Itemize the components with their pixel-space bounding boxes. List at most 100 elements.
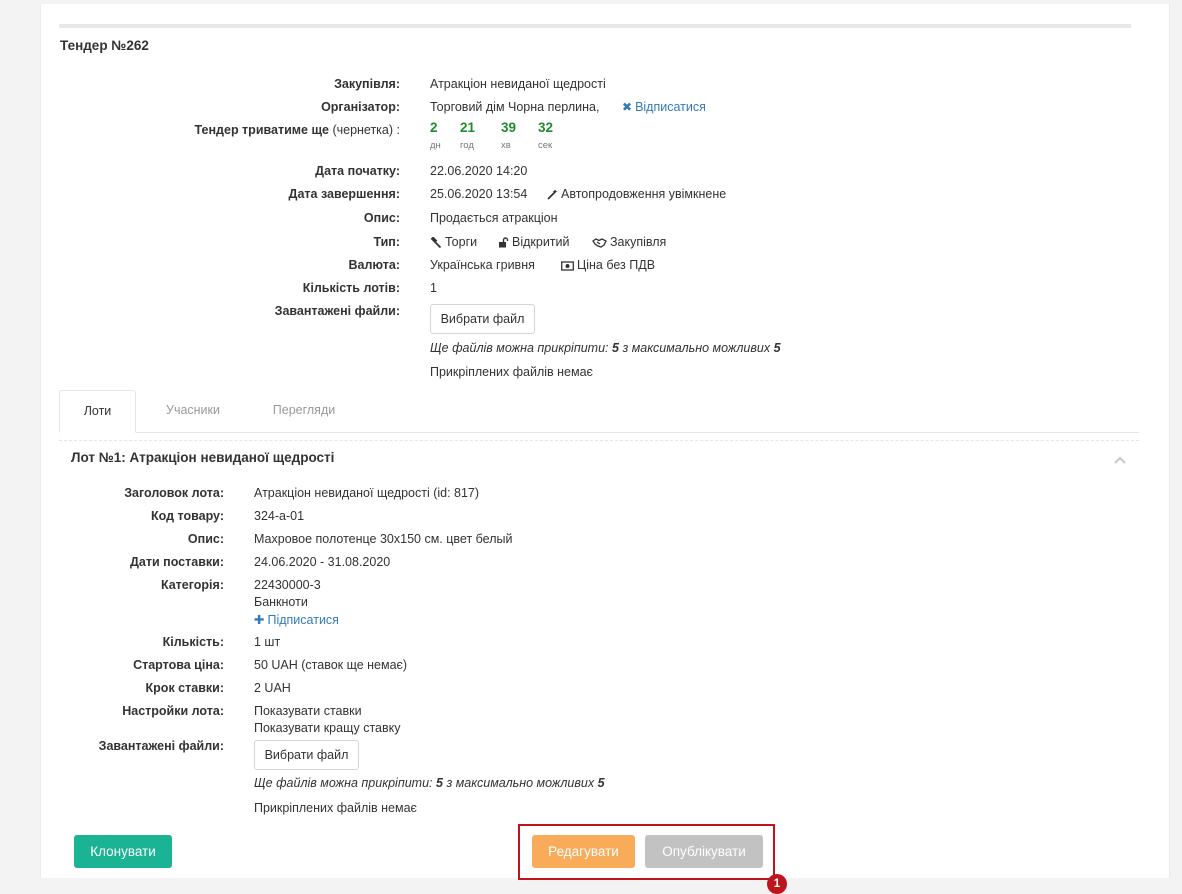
unsubscribe-label: Відписатися (635, 100, 706, 114)
unlock-icon (499, 237, 509, 248)
lot-code-label: Код товару: (151, 509, 224, 523)
tabs-bar: Лоти Учасники Перегляди (59, 390, 1139, 433)
lot-header-value: Атракціон невиданої щедрості (id: 817) (254, 486, 480, 500)
lot-files-note-mid: з максимально можливих (446, 776, 595, 790)
end-date-value: 25.06.2020 13:54 (430, 187, 528, 201)
lots-count-value: 1 (430, 281, 437, 295)
lot-description-label: Опис: (187, 532, 224, 546)
lot-category-label: Категорія: (160, 578, 224, 592)
lot-quantity-label: Кількість: (162, 635, 224, 649)
purchase-label: Закупівля: (334, 77, 400, 91)
duration-label-main: Тендер триватиме ще (194, 123, 329, 137)
unsubscribe-link[interactable]: ✖ Відписатися (622, 98, 706, 116)
start-date-label: Дата початку: (315, 164, 400, 178)
lot-description-value: Махровое полотенце 30x150 см. цвет белый (254, 532, 513, 546)
magic-wand-icon (547, 189, 558, 200)
lot-files-note-count: 5 (436, 776, 443, 790)
duration-label: Тендер триватиме ще (чернетка) : (41, 121, 400, 139)
currency-value: Українська гривня (430, 258, 535, 272)
lot-files-note-prefix: Ще файлів можна прикріпити: (254, 776, 433, 790)
gavel-icon (430, 237, 442, 249)
countdown-seconds-value: 32 (538, 120, 554, 135)
lot-header-label: Заголовок лота: (124, 486, 224, 500)
countdown-hours-value: 21 (460, 120, 476, 135)
duration-suffix: (чернетка) : (332, 123, 400, 137)
lot-start-price-value: 50 UAH (ставок ще немає) (254, 658, 408, 672)
lot-setting-show-best-bid: Показувати кращу ставку (254, 721, 401, 735)
files-note-count: 5 (612, 341, 619, 355)
countdown-minutes-value: 39 (501, 120, 517, 135)
files-note-mid: з максимально можливих (622, 341, 771, 355)
lot-step-value: 2 UAH (254, 681, 291, 695)
subscribe-label: Підписатися (267, 613, 339, 627)
organizer-value: Торговий дім Чорна перлина, (430, 100, 600, 114)
close-icon: ✖ (622, 100, 633, 114)
lot-files-note-max: 5 (597, 776, 605, 790)
lot-delivery-label: Дати поставки: (130, 555, 224, 569)
subscribe-link[interactable]: ✚ Підписатися (254, 611, 339, 629)
lot-step-label: Крок ставки: (145, 681, 224, 695)
lot-title: Лот №1: Атракціон невиданої щедрості (71, 450, 335, 465)
countdown-seconds: 32 сек (538, 119, 553, 152)
publish-button[interactable]: Опублікувати (645, 835, 763, 868)
countdown-days-unit: дн (430, 140, 441, 151)
auto-extend: Автопродовження увімкнене (547, 185, 726, 203)
edit-button[interactable]: Редагувати (532, 835, 635, 868)
type-purchase-label: Закупівля (610, 235, 667, 249)
tender-title: Тендер №262 (60, 38, 149, 53)
purchase-value: Атракціон невиданої щедрості (430, 77, 606, 91)
countdown-days-value: 2 (430, 120, 438, 135)
type-trade: Торги (430, 233, 477, 251)
no-files-text: Прикріплених файлів немає (430, 365, 593, 379)
countdown-seconds-unit: сек (538, 140, 553, 151)
countdown-days: 2 дн (430, 119, 441, 152)
files-label: Завантажені файли: (274, 304, 400, 318)
countdown-minutes: 39 хв (501, 119, 516, 152)
tab-views[interactable]: Перегляди (259, 390, 349, 430)
choose-file-button[interactable]: Вибрати файл (430, 304, 535, 334)
tender-panel: Тендер №262 Закупівля: Атракціон невидан… (40, 4, 1170, 894)
type-purchase: Закупівля (592, 233, 666, 251)
countdown-hours-unit: год (460, 140, 474, 151)
end-date-label: Дата завершення: (288, 187, 400, 201)
handshake-icon (592, 238, 607, 248)
chevron-up-icon[interactable] (1113, 453, 1127, 467)
vat-label: Ціна без ПДВ (577, 258, 656, 272)
type-trade-label: Торги (445, 235, 478, 249)
clone-button[interactable]: Клонувати (74, 835, 172, 868)
lot-code-value: 324-а-01 (254, 509, 305, 523)
currency-label: Валюта: (348, 258, 400, 272)
money-icon (561, 261, 574, 271)
lot-category-name: Банкноти (254, 595, 308, 609)
annotation-badge: 1 (767, 874, 787, 894)
lot-settings-label: Настройки лота: (122, 704, 224, 718)
lot-setting-show-bids: Показувати ставки (254, 704, 362, 718)
lots-count-label: Кількість лотів: (302, 281, 400, 295)
tab-participants[interactable]: Учасники (149, 390, 237, 430)
auto-extend-label: Автопродовження увімкнене (561, 187, 727, 201)
countdown-hours: 21 год (460, 119, 475, 152)
organizer-label: Організатор: (321, 100, 400, 114)
files-note-max: 5 (773, 341, 781, 355)
files-note-prefix: Ще файлів можна прикріпити: (430, 341, 609, 355)
tab-lots[interactable]: Лоти (59, 390, 136, 433)
countdown-minutes-unit: хв (501, 140, 511, 151)
lot-choose-file-button[interactable]: Вибрати файл (254, 740, 359, 770)
vat-info: Ціна без ПДВ (561, 256, 655, 274)
countdown-timer: 2 дн 21 год 39 хв 32 сек (430, 119, 570, 159)
start-date-value: 22.06.2020 14:20 (430, 164, 528, 178)
files-note: Ще файлів можна прикріпити: 5 з максимал… (430, 341, 781, 355)
lot-start-price-label: Стартова ціна: (133, 658, 224, 672)
type-label: Тип: (373, 235, 400, 249)
type-open-label: Відкритий (512, 235, 570, 249)
lot-delivery-value: 24.06.2020 - 31.08.2020 (254, 555, 391, 569)
lot-no-files-text: Прикріплених файлів немає (254, 801, 417, 815)
lot-category-code: 22430000-3 (254, 578, 321, 592)
lot-divider (59, 440, 1139, 441)
lot-files-label: Завантажені файли: (98, 739, 224, 753)
type-open: Відкритий (498, 233, 570, 251)
lot-quantity-value: 1 шт (254, 635, 281, 649)
description-value: Продається атракціон (430, 211, 558, 225)
description-label: Опис: (363, 211, 400, 225)
lot-files-note: Ще файлів можна прикріпити: 5 з максимал… (254, 776, 605, 790)
